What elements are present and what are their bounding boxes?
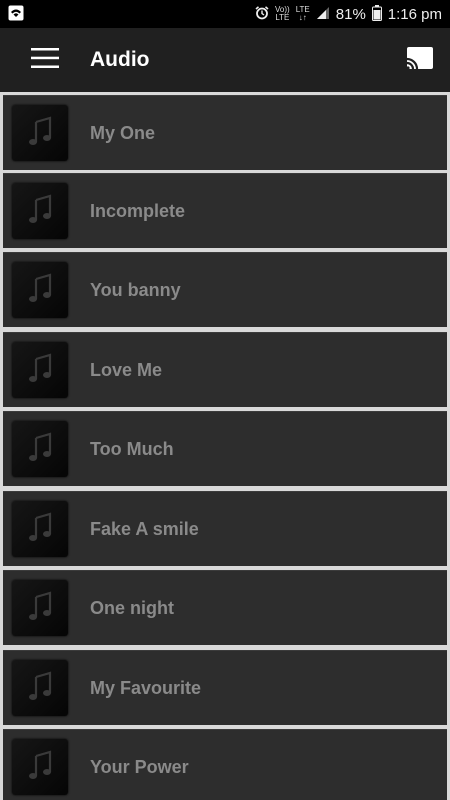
track-title: You banny bbox=[90, 279, 181, 300]
music-note-icon bbox=[28, 671, 52, 706]
track-title: One night bbox=[90, 597, 174, 618]
album-thumbnail bbox=[12, 660, 68, 716]
music-note-icon bbox=[28, 194, 52, 229]
battery-percentage: 81% bbox=[335, 5, 366, 23]
album-thumbnail bbox=[12, 421, 68, 477]
album-thumbnail bbox=[12, 739, 68, 795]
list-item[interactable]: One night bbox=[3, 570, 447, 645]
list-item[interactable]: Fake A smile bbox=[3, 491, 447, 566]
lte-indicator: LTE ↓↑ bbox=[295, 5, 310, 22]
music-note-icon bbox=[28, 353, 52, 388]
page-title: Audio bbox=[90, 48, 150, 71]
track-title: Fake A smile bbox=[90, 518, 199, 539]
album-thumbnail bbox=[12, 342, 68, 398]
battery-icon bbox=[371, 4, 382, 24]
cast-icon bbox=[406, 46, 434, 75]
alarm-icon bbox=[255, 5, 269, 23]
list-item[interactable]: My Favourite bbox=[3, 650, 447, 725]
hamburger-menu-icon bbox=[31, 47, 59, 73]
list-item[interactable]: You banny bbox=[3, 252, 447, 327]
menu-button[interactable] bbox=[0, 28, 90, 92]
music-note-icon bbox=[28, 750, 52, 785]
music-note-icon bbox=[28, 591, 52, 626]
list-item[interactable]: My One bbox=[3, 95, 447, 170]
wifi-icon bbox=[8, 5, 24, 24]
music-note-icon bbox=[28, 116, 52, 151]
track-title: Incomplete bbox=[90, 200, 186, 221]
album-thumbnail bbox=[12, 262, 68, 318]
list-item[interactable]: Love Me bbox=[3, 332, 447, 407]
album-thumbnail bbox=[12, 501, 68, 557]
track-title: Your Power bbox=[90, 756, 189, 777]
music-note-icon bbox=[28, 432, 52, 467]
track-title: My One bbox=[90, 122, 156, 143]
app-bar: Audio bbox=[0, 28, 450, 92]
signal-icon bbox=[316, 6, 330, 23]
music-note-icon bbox=[28, 512, 52, 547]
album-thumbnail bbox=[12, 183, 68, 239]
album-thumbnail bbox=[12, 105, 68, 161]
status-bar: Vo)) LTE LTE ↓↑ 81% 1:16 pm bbox=[0, 0, 450, 28]
list-item[interactable]: Too Much bbox=[3, 411, 447, 486]
list-item[interactable]: Incomplete bbox=[3, 173, 447, 248]
clock: 1:16 pm bbox=[387, 5, 442, 23]
audio-list[interactable]: My One Incomplete You banny Love Me Too … bbox=[0, 92, 450, 800]
track-title: My Favourite bbox=[90, 677, 202, 698]
list-item[interactable]: Your Power bbox=[3, 729, 447, 800]
album-thumbnail bbox=[12, 580, 68, 636]
music-note-icon bbox=[28, 273, 52, 308]
cast-button[interactable] bbox=[390, 28, 450, 92]
track-title: Too Much bbox=[90, 438, 174, 459]
volte-indicator: Vo)) LTE bbox=[275, 5, 290, 22]
track-title: Love Me bbox=[90, 359, 163, 380]
